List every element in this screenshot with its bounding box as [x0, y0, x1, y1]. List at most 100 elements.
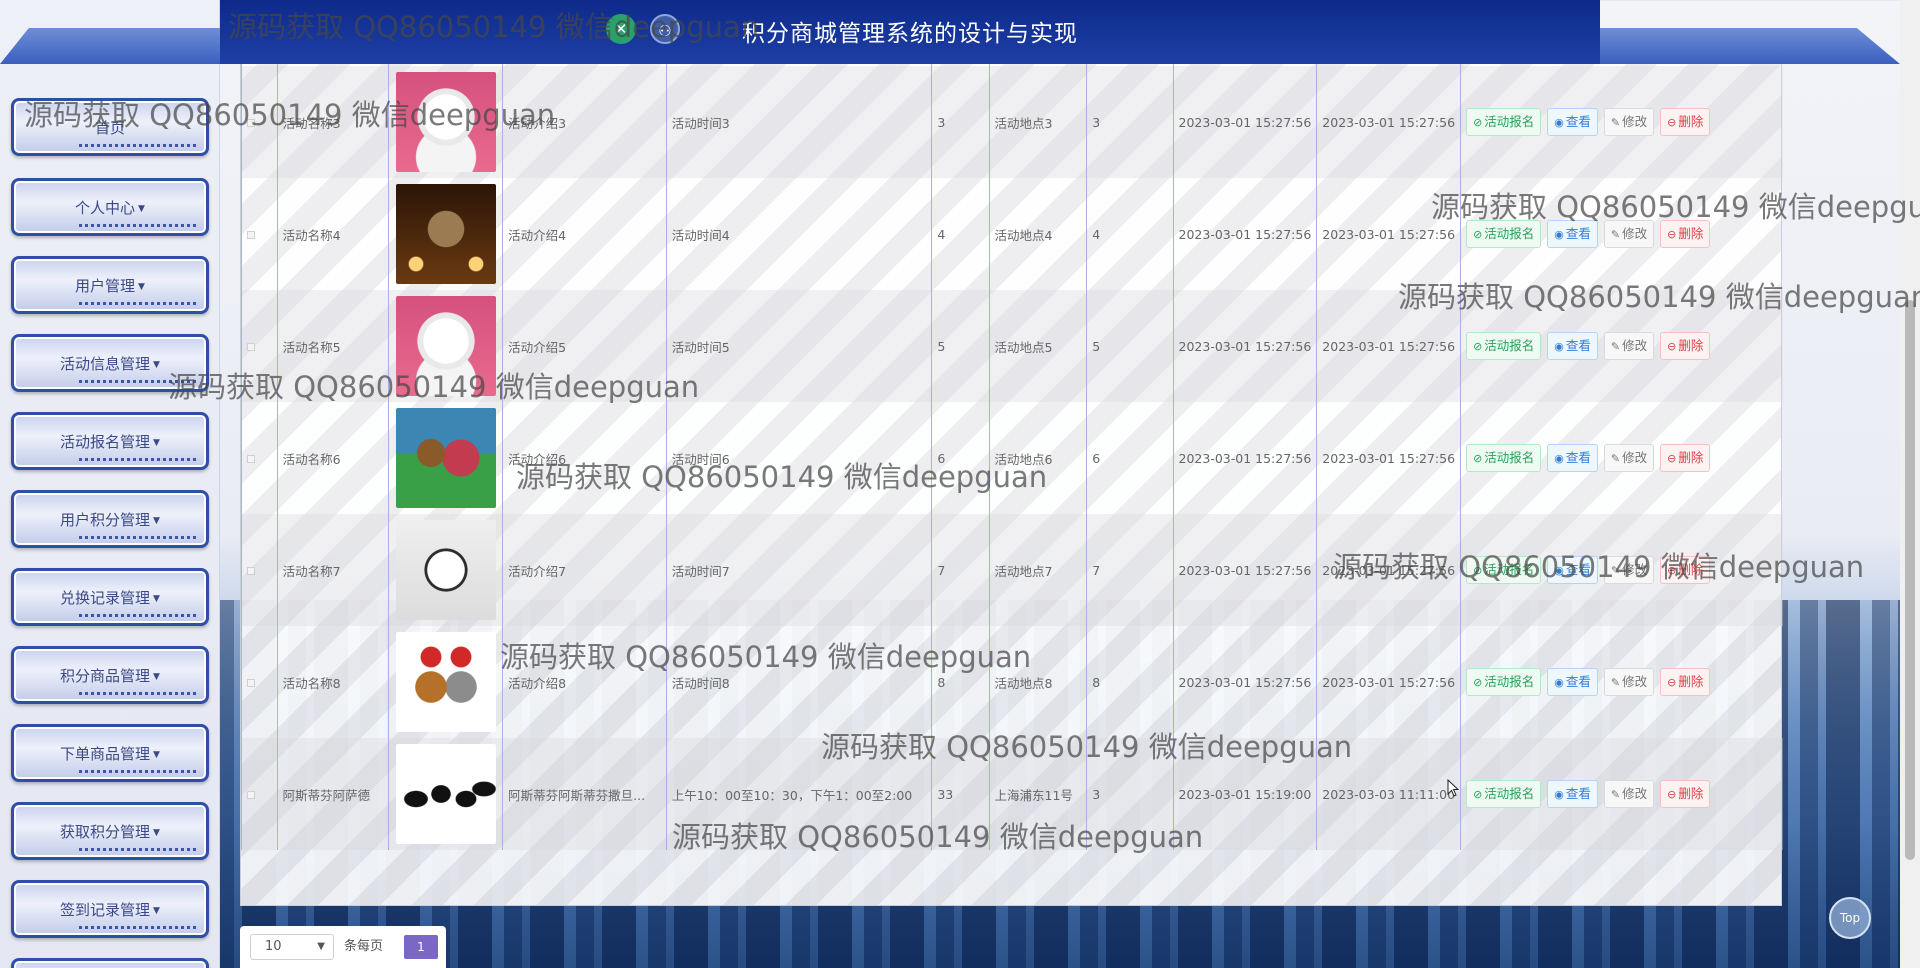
delete-button[interactable]: ⊖ 删除 — [1660, 668, 1711, 696]
signup-button[interactable]: ⊘ 活动报名 — [1466, 780, 1542, 808]
pencil-icon: ✎ — [1610, 788, 1621, 801]
view-button[interactable]: ◉ 查看 — [1547, 444, 1598, 472]
view-button[interactable]: ◉ 查看 — [1547, 220, 1598, 248]
sidebar-item-point-goods[interactable]: 积分商品管理 ▼ — [11, 646, 209, 704]
sidebar-item-activity-info[interactable]: 活动信息管理 ▼ — [11, 334, 209, 392]
updated-time: 2023-03-03 11:11:00 — [1322, 786, 1456, 802]
signup-button[interactable]: ⊘ 活动报名 — [1466, 108, 1542, 136]
row-checkbox[interactable] — [247, 678, 255, 687]
minus-circle-icon: ⊖ — [1667, 116, 1677, 129]
row-checkbox[interactable] — [247, 454, 255, 463]
activity-image[interactable] — [395, 184, 496, 284]
row-checkbox[interactable] — [247, 118, 255, 127]
sidebar-item-activity-signup[interactable]: 活动报名管理 ▼ — [11, 412, 209, 470]
intro-cell: 活动介绍5 — [502, 290, 667, 402]
activity-image[interactable] — [395, 296, 496, 396]
row-checkbox[interactable] — [247, 342, 255, 351]
activity-image[interactable] — [395, 520, 496, 620]
delete-button[interactable]: ⊖ 删除 — [1660, 332, 1711, 360]
view-button[interactable]: ◉ 查看 — [1547, 556, 1598, 584]
image-cell — [388, 178, 503, 290]
activity-time: 活动时间5 — [671, 339, 730, 355]
delete-button[interactable]: ⊖ 删除 — [1660, 780, 1711, 808]
place-cell: 活动地点3 — [988, 66, 1087, 178]
edit-label: 修改 — [1622, 786, 1648, 801]
view-label: 查看 — [1565, 674, 1591, 689]
minus-circle-icon: ⊖ — [1667, 452, 1677, 465]
edit-button[interactable]: ✎ 修改 — [1603, 556, 1655, 584]
back-to-top-button[interactable]: Top — [1829, 897, 1871, 939]
delete-button[interactable]: ⊖ 删除 — [1660, 220, 1711, 248]
number-cell: 6 — [931, 402, 990, 514]
caret-down-icon: ▼ — [153, 359, 160, 370]
edit-button[interactable]: ✎ 修改 — [1603, 668, 1655, 696]
view-button[interactable]: ◉ 查看 — [1547, 332, 1598, 360]
signup-label: 活动报名 — [1484, 114, 1535, 129]
view-label: 查看 — [1565, 114, 1591, 129]
image-cell — [388, 626, 503, 738]
place-cell: 活动地点4 — [988, 178, 1087, 290]
activity-score: 4 — [1092, 226, 1101, 242]
edit-button[interactable]: ✎ 修改 — [1603, 444, 1655, 472]
signup-button[interactable]: ⊘ 活动报名 — [1466, 668, 1542, 696]
delete-button[interactable]: ⊖ 删除 — [1660, 444, 1711, 472]
activity-image[interactable] — [395, 72, 496, 172]
page-size-select[interactable]: 10 ▼ — [250, 934, 334, 960]
name-cell: 活动名称6 — [276, 402, 389, 514]
row-checkbox[interactable] — [247, 790, 255, 799]
sidebar-item-personal-center[interactable]: 个人中心 ▼ — [11, 178, 209, 236]
place-cell: 活动地点5 — [988, 290, 1087, 402]
delete-button[interactable]: ⊖ 删除 — [1660, 108, 1711, 136]
activity-image[interactable] — [395, 408, 496, 508]
view-button[interactable]: ◉ 查看 — [1547, 108, 1598, 136]
activity-place: 活动地点3 — [994, 115, 1053, 131]
signup-button[interactable]: ⊘ 活动报名 — [1466, 220, 1542, 248]
sidebar-item-more[interactable] — [11, 958, 209, 968]
sidebar-item-home[interactable]: 首页 — [11, 98, 209, 156]
sidebar-item-order-goods[interactable]: 下单商品管理 ▼ — [11, 724, 209, 782]
exit-icon[interactable]: ✕ — [606, 14, 636, 44]
page-button-current[interactable]: 1 — [404, 935, 438, 959]
top-header: 积分商城管理系统的设计与实现 ✕ ⚇ — [0, 0, 1920, 64]
signup-button[interactable]: ⊘ 活动报名 — [1466, 444, 1542, 472]
table-row: 活动名称5 活动介绍5 活动时间5 5 活动地点5 5 2023-03-01 15:27:5… — [241, 290, 1783, 402]
updated-time: 2023-03-01 15:27:56 — [1322, 226, 1456, 242]
row-checkbox[interactable] — [247, 566, 255, 575]
eye-icon: ◉ — [1554, 564, 1564, 577]
scrollbar[interactable] — [1900, 0, 1920, 968]
sidebar-item-label: 签到记录管理 — [60, 901, 151, 919]
activity-image[interactable] — [395, 744, 496, 844]
view-label: 查看 — [1565, 786, 1591, 801]
activity-intro: 阿斯蒂芬阿斯蒂芬撒旦... — [508, 787, 646, 803]
edit-button[interactable]: ✎ 修改 — [1603, 108, 1655, 136]
edit-button[interactable]: ✎ 修改 — [1603, 780, 1655, 808]
sidebar-item-user-points[interactable]: 用户积分管理 ▼ — [11, 490, 209, 548]
signup-button[interactable]: ⊘ 活动报名 — [1466, 332, 1542, 360]
sidebar-item-exchange-records[interactable]: 兑换记录管理 ▼ — [11, 568, 209, 626]
activity-image[interactable] — [395, 632, 496, 732]
sidebar-item-checkin-records[interactable]: 签到记录管理 ▼ — [11, 880, 209, 938]
created-time: 2023-03-01 15:19:00 — [1178, 786, 1312, 802]
sidebar-item-user-management[interactable]: 用户管理 ▼ — [11, 256, 209, 314]
sidebar-item-earn-points[interactable]: 获取积分管理 ▼ — [11, 802, 209, 860]
image-cell — [388, 290, 503, 402]
edit-button[interactable]: ✎ 修改 — [1603, 332, 1655, 360]
row-checkbox[interactable] — [247, 230, 255, 239]
header-bar: 积分商城管理系统的设计与实现 — [220, 0, 1600, 64]
signup-button[interactable]: ⊘ 活动报名 — [1466, 556, 1542, 584]
view-button[interactable]: ◉ 查看 — [1547, 780, 1598, 808]
view-label: 查看 — [1565, 338, 1591, 353]
edit-button[interactable]: ✎ 修改 — [1603, 220, 1655, 248]
user-icon[interactable]: ⚇ — [650, 14, 680, 44]
scrollbar-thumb[interactable] — [1905, 300, 1915, 860]
time-cell: 活动时间6 — [665, 402, 932, 514]
updated-time: 2023-03-01 15:27:56 — [1322, 674, 1456, 690]
check-circle-icon: ⊘ — [1473, 452, 1483, 465]
activity-table-panel: 活动名称2活动介绍2活动时间22活动地点212023-03-01 15:27:5… — [240, 48, 1783, 906]
activity-time: 上午10：00至10：30，下午1：00至2:00 — [671, 787, 913, 803]
view-button[interactable]: ◉ 查看 — [1547, 668, 1598, 696]
page-size-value: 10 — [265, 939, 282, 954]
delete-button[interactable]: ⊖ 删除 — [1660, 556, 1711, 584]
view-label: 查看 — [1565, 562, 1591, 577]
check-circle-icon: ⊘ — [1473, 676, 1483, 689]
